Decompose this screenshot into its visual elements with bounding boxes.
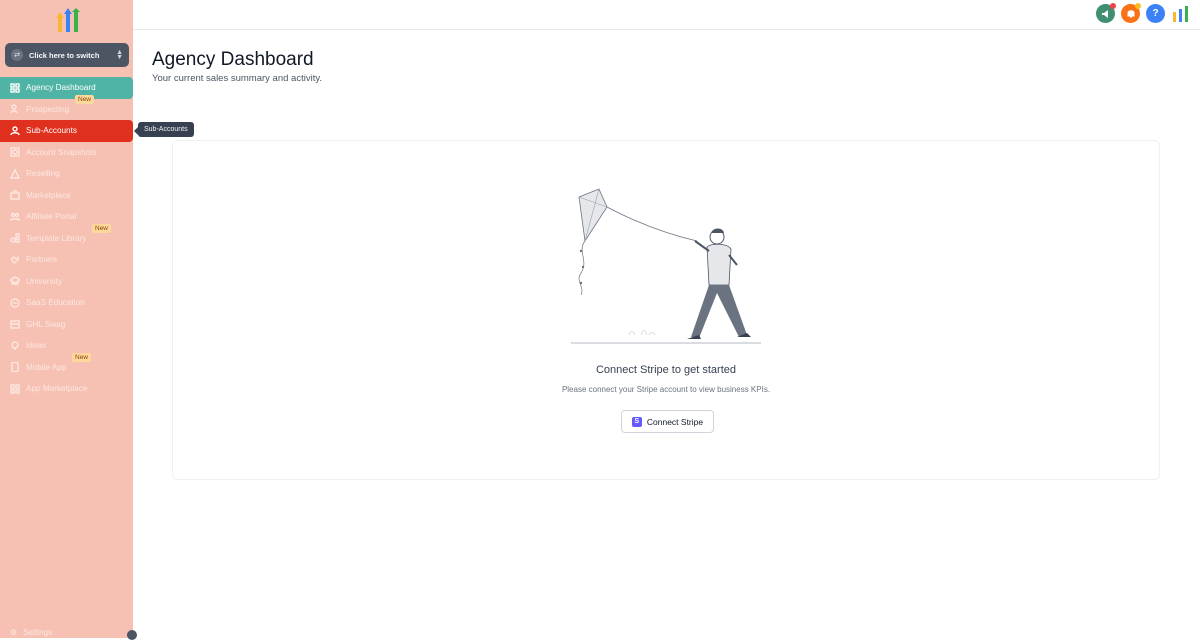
reselling-icon: [10, 168, 20, 179]
new-badge: New: [75, 94, 95, 104]
account-switcher[interactable]: ⇄ Click here to switch ▲ ▼: [5, 43, 129, 67]
sidebar: ⇄ Click here to switch ▲ ▼ Agency Dashboa…: [0, 0, 137, 640]
sidebar-item-label: Prospecting: [26, 104, 70, 114]
switch-icon: ⇄: [11, 49, 23, 61]
empty-state-description: Please connect your Stripe account to vi…: [561, 385, 771, 394]
app-logo-icon[interactable]: [1171, 4, 1190, 23]
notification-dot: [1135, 3, 1141, 9]
saas-icon: [10, 298, 20, 308]
template-icon: [10, 233, 20, 243]
gear-icon: ⚙: [10, 628, 18, 637]
chevron-updown-icon: ▲ ▼: [116, 49, 123, 61]
graduation-icon: [10, 276, 20, 286]
kite-illustration: [571, 188, 761, 344]
sidebar-item-ideas[interactable]: Ideas: [0, 335, 133, 357]
swag-icon: [10, 319, 20, 329]
sidebar-item-settings[interactable]: ⚙ Settings: [10, 628, 52, 637]
help-icon[interactable]: ?: [1146, 4, 1165, 23]
sidebar-item-label: Partners: [26, 255, 57, 265]
sidebar-item-account-snapshots[interactable]: Account Snapshots: [0, 142, 133, 164]
sidebar-item-label: Affiliate Portal: [26, 212, 77, 222]
sidebar-item-prospecting[interactable]: Prospecting New: [0, 94, 133, 121]
mobile-icon: [10, 362, 20, 373]
handshake-icon: [10, 255, 20, 265]
snapshot-icon: [10, 147, 20, 157]
notification-dot: [1110, 3, 1116, 9]
sidebar-item-mobile-app[interactable]: Mobile App New: [0, 352, 133, 379]
sidebar-item-app-marketplace[interactable]: App Marketplace: [0, 378, 133, 400]
sidebar-item-label: Template Library: [26, 233, 87, 243]
new-badge: New: [92, 223, 112, 233]
sidebar-item-label: University: [26, 276, 62, 286]
sidebar-item-label: App Marketplace: [26, 384, 88, 394]
sidebar-nav: Agency Dashboard Prospecting New Sub-Acc…: [0, 77, 133, 400]
apps-icon: [10, 384, 20, 394]
page-subtitle: Your current sales summary and activity.: [152, 73, 323, 84]
page-title: Agency Dashboard: [152, 49, 314, 70]
sidebar-item-partners[interactable]: Partners: [0, 249, 133, 271]
connect-stripe-label: Connect Stripe: [646, 416, 704, 427]
sidebar-item-label: Marketplace: [26, 190, 71, 200]
affiliate-icon: [10, 212, 20, 222]
lightbulb-icon: [10, 341, 20, 351]
bell-icon[interactable]: [1121, 3, 1141, 23]
dashboard-icon: [10, 83, 20, 93]
sidebar-item-label: SaaS Education: [26, 298, 85, 308]
sidebar-item-saas-education[interactable]: SaaS Education: [0, 292, 133, 314]
sidebar-item-template-library[interactable]: Template Library New: [0, 223, 133, 250]
sidebar-item-sub-accounts[interactable]: Sub-Accounts: [0, 120, 133, 142]
sidebar-item-affiliate-portal[interactable]: Affiliate Portal: [0, 206, 133, 228]
switcher-label: Click here to switch: [29, 50, 100, 60]
sidebar-item-label: Sub-Accounts: [26, 126, 77, 136]
sub-accounts-tooltip: Sub-Accounts: [134, 122, 194, 137]
sidebar-item-label: Reselling: [26, 169, 60, 179]
stripe-icon: S: [631, 416, 642, 427]
sidebar-item-university[interactable]: University: [0, 271, 133, 293]
prospect-icon: [10, 104, 20, 114]
sidebar-item-marketplace[interactable]: Marketplace: [0, 185, 133, 207]
sidebar-item-reselling[interactable]: Reselling: [0, 163, 133, 185]
sidebar-item-label: Mobile App: [26, 362, 67, 372]
sidebar-item-agency-dashboard[interactable]: Agency Dashboard: [0, 77, 133, 99]
stripe-empty-state-card: Connect Stripe to get started Please con…: [172, 140, 1160, 480]
new-badge: New: [72, 352, 92, 362]
empty-state-title: Connect Stripe to get started: [595, 364, 737, 376]
top-bar: ?: [133, 0, 1200, 30]
sidebar-item-label: Agency Dashboard: [26, 83, 96, 93]
announcement-icon[interactable]: [1096, 3, 1116, 23]
sidebar-item-label: Account Snapshots: [26, 147, 97, 157]
sidebar-item-label: Settings: [23, 628, 53, 637]
connect-stripe-button[interactable]: S Connect Stripe: [621, 410, 714, 433]
sidebar-item-label: GHL Swag: [26, 319, 66, 329]
bag-icon: [10, 190, 20, 200]
user-icon: [10, 126, 20, 136]
top-bar-icons: ?: [1096, 3, 1190, 23]
collapse-sidebar-button[interactable]: [127, 630, 137, 640]
app-logo-icon[interactable]: [56, 8, 80, 34]
sidebar-item-label: Ideas: [26, 341, 47, 351]
sidebar-item-ghl-swag[interactable]: GHL Swag: [0, 314, 133, 336]
